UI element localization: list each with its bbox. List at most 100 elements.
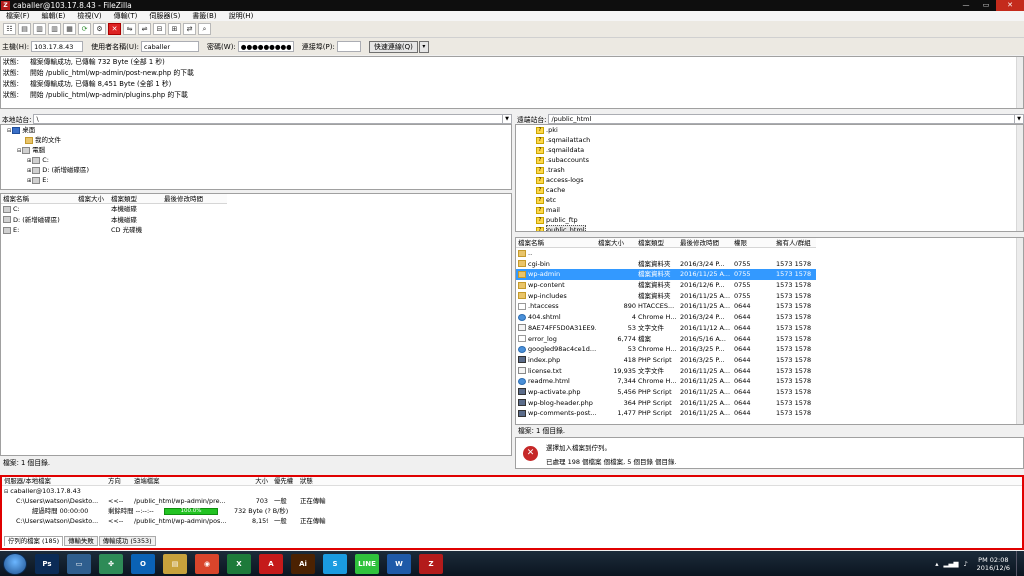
remote-tree-node[interactable]: ? public_html (516, 225, 1023, 231)
col-priority[interactable]: 優先權 (268, 477, 298, 485)
minimize-button[interactable]: — (956, 0, 976, 11)
local-file-row[interactable]: D: (新增磁碟區) 本機磁碟 (1, 215, 511, 226)
remote-tree-node[interactable]: ? .pki (516, 125, 1023, 135)
taskbar-app-icon[interactable]: Ai (291, 553, 315, 574)
col-filetype[interactable]: 檔案類型 (636, 238, 678, 247)
menu-server[interactable]: 伺服器(S) (143, 11, 186, 21)
remote-file-row[interactable]: googled98ac4ce1d... 53 Chrome H... 2016/3/2… (516, 344, 816, 355)
remote-tree-node[interactable]: ? .subaccounts (516, 155, 1023, 165)
col-status[interactable]: 狀態 (298, 477, 348, 485)
remote-file-row[interactable]: 404.shtml 4 Chrome H... 2016/3/24 P... 0644 1… (516, 312, 816, 323)
menu-bookmarks[interactable]: 書籤(B) (186, 11, 222, 21)
password-input[interactable] (237, 41, 294, 52)
taskbar-app-icon[interactable]: ▭ (67, 553, 91, 574)
volume-icon[interactable]: ♪ (964, 560, 968, 568)
col-size[interactable]: 大小 (250, 477, 268, 485)
toggle-local-tree-icon[interactable]: ▥ (33, 23, 46, 35)
remote-file-row[interactable]: .. (516, 248, 816, 259)
start-button[interactable] (3, 552, 27, 575)
col-filename[interactable]: 檔案名稱 (516, 238, 596, 247)
reconnect-icon[interactable]: ⇌ (138, 23, 151, 35)
remote-file-row[interactable]: wp-content 檔案資料夾 2016/12/6 P... 0755 1573 15… (516, 280, 816, 291)
maximize-button[interactable]: ▭ (976, 0, 996, 11)
remote-path-dropdown-icon[interactable]: ▼ (1015, 113, 1024, 124)
search-icon[interactable]: ⌕ (198, 23, 211, 35)
menu-help[interactable]: 說明(H) (223, 11, 260, 21)
remote-tree-node[interactable]: ? access-logs (516, 175, 1023, 185)
queue-item-row[interactable]: C:\Users\watson\Deskto... <<-- /public_h… (2, 496, 1022, 506)
close-button[interactable]: ✕ (996, 0, 1024, 11)
taskbar-app-icon[interactable]: Z (419, 553, 443, 574)
tab-queued-files[interactable]: 佇列的檔案 (185) (4, 536, 64, 546)
col-modified[interactable]: 最後修改時間 (162, 194, 227, 203)
log-scrollbar[interactable] (1016, 57, 1023, 108)
remote-file-row[interactable]: error_log 6,774 檔案 2016/5/16 A... 0644 1573 1… (516, 334, 816, 345)
remote-tree-scrollbar[interactable] (1016, 125, 1023, 231)
col-remote-file[interactable]: 遠端檔案 (132, 477, 250, 485)
process-queue-icon[interactable]: ⚙ (93, 23, 106, 35)
remote-file-row[interactable]: 8AE74FF5D0A31EE9... 53 文字文件 2016/11/12 A...… (516, 323, 816, 334)
remote-file-row[interactable]: wp-comments-post.... 1,477 PHP Script 2016/… (516, 408, 816, 419)
remote-file-row[interactable]: index.php 418 PHP Script 2016/3/25 P... 0644… (516, 355, 816, 366)
col-filename[interactable]: 檔案名稱 (1, 194, 76, 203)
host-input[interactable] (31, 41, 84, 52)
remote-tree-node[interactable]: ? mail (516, 205, 1023, 215)
taskbar-app-icon[interactable]: X (227, 553, 251, 574)
site-manager-icon[interactable]: ☷ (3, 23, 16, 35)
col-local-file[interactable]: 伺服器/本地檔案 (2, 477, 106, 485)
tree-node-e[interactable]: ⊞ E: (1, 175, 511, 185)
tab-failed-transfers[interactable]: 傳輸失敗 (64, 536, 98, 546)
col-filesize[interactable]: 檔案大小 (76, 194, 109, 203)
taskbar-app-icon[interactable]: ▤ (163, 553, 187, 574)
toggle-log-icon[interactable]: ▤ (18, 23, 31, 35)
toggle-remote-tree-icon[interactable]: ▥ (48, 23, 61, 35)
remote-tree-node[interactable]: ? etc (516, 195, 1023, 205)
local-file-row[interactable]: E: CD 光碟機 (1, 225, 511, 236)
tree-node-computer[interactable]: ⊟ 電腦 (1, 145, 511, 155)
remote-file-row[interactable]: wp-includes 檔案資料夾 2016/11/25 A... 0755 1573 … (516, 291, 816, 302)
remote-file-row[interactable]: license.txt 19,935 文字文件 2016/11/25 A... 0644… (516, 366, 816, 377)
disconnect-icon[interactable]: ⇋ (123, 23, 136, 35)
taskbar-app-icon[interactable]: LINE (355, 553, 379, 574)
col-filesize[interactable]: 檔案大小 (596, 238, 636, 247)
directory-compare-icon[interactable]: ⊟ (153, 23, 166, 35)
remote-tree-node[interactable]: ? cache (516, 185, 1023, 195)
taskbar-app-icon[interactable]: W (387, 553, 411, 574)
tree-node-c[interactable]: ⊞ C: (1, 155, 511, 165)
remote-file-row[interactable]: readme.html 7,344 Chrome H... 2016/11/25 A.… (516, 376, 816, 387)
remote-file-row[interactable]: cgi-bin 檔案資料夾 2016/3/24 P... 0755 1573 1578 (516, 259, 816, 270)
port-input[interactable] (336, 41, 361, 52)
local-file-row[interactable]: C: 本機磁碟 (1, 204, 511, 215)
quickconnect-button[interactable]: 快速連線(Q) (368, 40, 418, 53)
tree-node-d[interactable]: ⊞ D: (新增磁碟區) (1, 165, 511, 175)
clock[interactable]: PM 02:08 2016/12/6 (977, 556, 1010, 572)
taskbar-app-icon[interactable]: O (131, 553, 155, 574)
network-icon[interactable]: ▂▄▆ (944, 560, 959, 568)
remote-list-scrollbar[interactable] (1016, 238, 1023, 424)
remote-tree-node[interactable]: ? .trash (516, 165, 1023, 175)
col-permissions[interactable]: 權限 (732, 238, 774, 247)
remote-file-row[interactable]: wp-blog-header.php 364 PHP Script 2016/11/2… (516, 398, 816, 409)
toggle-queue-icon[interactable]: ▦ (63, 23, 76, 35)
remote-tree-node[interactable]: ? public_ftp (516, 215, 1023, 225)
tree-node-documents[interactable]: 我的文件 (1, 135, 511, 145)
queue-item-row[interactable]: C:\Users\watson\Deskto... <<-- /public_h… (2, 516, 1022, 526)
filter-icon[interactable]: ⊞ (168, 23, 181, 35)
show-desktop-button[interactable] (1016, 551, 1024, 576)
remote-path-input[interactable] (548, 113, 1015, 124)
local-path-input[interactable] (33, 113, 503, 124)
menu-file[interactable]: 檔案(F) (0, 11, 36, 21)
taskbar-app-icon[interactable]: ✤ (99, 553, 123, 574)
cancel-icon[interactable]: ✕ (108, 23, 121, 35)
username-input[interactable] (141, 41, 200, 52)
remote-file-row[interactable]: .htaccess 890 HTACCES... 2016/11/25 A... 064… (516, 301, 816, 312)
col-direction[interactable]: 方向 (106, 477, 132, 485)
col-filetype[interactable]: 檔案類型 (109, 194, 162, 203)
remote-tree-node[interactable]: ? .sqmaildata (516, 145, 1023, 155)
taskbar-app-icon[interactable]: Ps (35, 553, 59, 574)
remote-file-row[interactable]: wp-activate.php 5,456 PHP Script 2016/11/25… (516, 387, 816, 398)
taskbar-app-icon[interactable]: A (259, 553, 283, 574)
tab-successful-transfers[interactable]: 傳輸成功 (5353) (98, 536, 156, 546)
queue-server-row[interactable]: ⊟ caballer@103.17.8.43 (2, 486, 1022, 496)
taskbar-app-icon[interactable]: ◉ (195, 553, 219, 574)
